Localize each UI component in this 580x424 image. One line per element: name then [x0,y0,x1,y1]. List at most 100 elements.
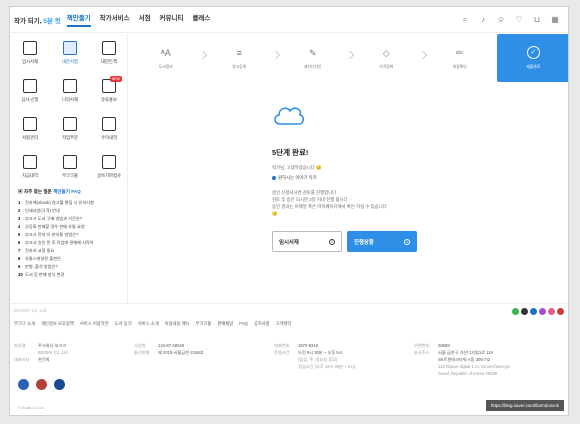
nav-item[interactable]: 커뮤니티 [160,12,184,27]
faq-item[interactable]: 6 부크크 승인 된 후 작업에 관해해 시작하 [18,240,123,248]
faq-item[interactable]: 9 판형, 출석 방법은? [18,264,123,272]
footer-link[interactable]: 고객센터 [276,321,292,327]
step-label: 가격정책 [379,64,394,69]
footer-link[interactable]: 부크크 소개 [14,321,35,327]
sidebar-item[interactable]: 내만든책 [90,34,128,72]
nav-item[interactable]: 작가서비스 [100,12,130,27]
step-item[interactable]: ≡ 원고등록 [203,34,281,82]
social-icon[interactable] [512,308,519,315]
faq-item[interactable]: 8 유통스케일된 출판은 [18,256,123,264]
sidebar-item[interactable]: 부크크몰 [50,148,90,186]
complete-note: 승인 신청되시면 검토를 진행합니다 검토 후 승인 되시면 2일 이내 진행 … [272,190,387,216]
thumbsup-icon [23,79,37,93]
sidebar-item[interactable]: 심사·신청 [10,72,50,110]
info-icon: i [404,238,410,245]
main-menu: 책만들기 작가서비스 서점 커뮤니티 클래스 [66,12,220,27]
top-navigation: 작가 되기, 5분 컷 책만들기 작가서비스 서점 커뮤니티 클래스 ⌕ ♪ ☺ ♡ ⊔… [10,7,568,33]
social-links [510,308,564,315]
sidebar-item-label: 나의서재 [62,97,78,102]
tablet-icon [102,41,116,55]
footer-link[interactable]: 공지사항 [254,321,270,327]
social-icon[interactable] [530,308,537,315]
step-progress-bar: ᴬA 도서정보 ≡ 원고등록 ✎ 표지디자인 ◇ 가격정책 abc 최종확인 ✓ 제출완료 [129,34,568,82]
social-icon[interactable] [539,308,546,315]
sidebar-item-label: 유료홍보 [101,97,117,102]
footer-link[interactable]: FAQ [239,321,248,327]
brand-logo[interactable]: 작가 되기, 5분 컷 [14,15,61,25]
blog-url-watermark: https://blog.naver.com/tlarmdosook [485,400,564,411]
book-icon [63,41,77,55]
faq-item[interactable]: 10 도서 등 판매 방식 변경 [18,272,123,280]
faq-text: 전자책(ebook) 원고를 편집 시 유의사항 [25,200,94,205]
sidebar-item[interactable]: 임시서재 [10,34,50,72]
faq-number: 9 [18,264,21,269]
footer-link[interactable]: 서비스 소개 [138,321,159,327]
bell-icon[interactable]: ♪ [478,15,488,25]
sidebar-item[interactable]: 작업주문 [50,110,90,148]
bag-icon [63,117,77,131]
heart-icon[interactable]: ♡ [514,15,524,25]
sidebar-grid: 임시서재 내문서함 내만든책심사·신청 나의서재 유료홍보 NEW 서평관리 작업주문 수익내역… [10,34,127,186]
draft-library-button[interactable]: 임시서재 i [272,231,342,252]
sidebar-item[interactable]: 유료홍보 NEW [90,72,128,110]
faq-title: ▣ 자주 찾는 질문 책만들기 FAQ [18,189,81,194]
faq-number: 10 [18,272,23,277]
faq-item[interactable]: 2 인쇄사양(규격) 안내 [18,208,123,216]
step-item[interactable]: ◇ 가격정책 [350,34,428,82]
sidebar-item[interactable]: 지급내역 [10,148,50,186]
faq-item[interactable]: 3 부크크 도서 구매 방법과 기간은? [18,216,123,224]
footer-link[interactable]: 판매채널 [217,321,233,327]
sidebar-item[interactable]: 수익내역 [90,110,128,148]
faq-section: ▣ 자주 찾는 질문 책만들기 FAQ 1 전자책(ebook) 원고를 편집 시… [18,189,123,280]
nav-item[interactable]: 서점 [139,12,151,27]
certification-logo-icon [54,379,65,390]
step-item[interactable]: abc 최종확인 [423,34,497,82]
faq-text: 부크크 승인 된 후 작업에 관해해 시작하 [25,240,94,245]
coin-icon [102,117,116,131]
sidebar-item-label: 지급내역 [22,173,38,178]
wand-icon [102,155,116,169]
step-label: 도서정보 [158,64,173,69]
faq-number: 7 [18,248,21,253]
step-item[interactable]: ✓ 제출완료 [496,34,568,82]
social-icon[interactable] [548,308,555,315]
sidebar-item-label: 임시서재 [22,59,38,64]
check-circle-icon: ✓ [526,46,540,59]
social-icon[interactable] [557,308,564,315]
faq-item[interactable]: 4 균등화 판매할 경우 판매 유통 요청 [18,224,123,232]
faq-item[interactable]: 7 전자서 교정 필요 [18,248,123,256]
grid-icon[interactable]: ▦ [550,15,560,25]
box-icon [63,155,77,169]
top-icons: ⌕ ♪ ☺ ♡ ⊔ ▦ [452,15,560,25]
pencil-icon [23,41,37,55]
action-buttons: 임시서재 i 진행상황 i [272,231,472,252]
footer-link[interactable]: 부크크몰 [196,321,212,327]
faq-number: 4 [18,224,21,229]
footer-link[interactable]: 서비스 이용약관 [80,321,109,327]
step-item[interactable]: ✎ 표지디자인 [276,34,354,82]
footer-link[interactable]: 개인정보 보호정책 [41,321,74,327]
footer-link[interactable]: 이용내용 매뉴 [165,321,190,327]
faq-item[interactable]: 1 전자책(ebook) 원고를 편집 시 유의사항 [18,200,123,208]
sidebar-item[interactable]: 내문서함 [50,34,90,72]
company-info: 회사명 주식회사 부크크 BOOKK Co.,Ltd 대표이사 한건희 [14,343,68,362]
address-info: 우편번호 08589 본사주소 서울 금천구 가산디지털1로 119 SK트윈테크타… [414,343,510,376]
step-item[interactable]: ᴬA 도서정보 [129,34,207,82]
footer-link[interactable]: 도서 등기 [115,321,132,327]
copyright: © Bookk Co.,Ltd [18,406,44,410]
sidebar-item[interactable]: 나의서재 [50,72,90,110]
person-icon[interactable]: ☺ [496,15,506,25]
complete-subtitle: 작가님, 고생하셨습니다 😊 [272,165,322,170]
nav-item[interactable]: 클래스 [192,12,210,27]
cart-icon[interactable]: ⊔ [532,15,542,25]
sidebar-item[interactable]: 서평관리 [10,110,50,148]
sidebar-item[interactable]: 글쓰기마법사 [90,148,128,186]
sidebar-item-label: 부크크몰 [62,173,78,178]
faq-item[interactable]: 5 부크크 전자 유·판유통 방법은? [18,232,123,240]
search-icon[interactable]: ⌕ [460,15,470,25]
faq-text: 부크크 전자 유·판유통 방법은? [25,232,79,237]
faq-number: 1 [18,200,21,205]
social-icon[interactable] [521,308,528,315]
nav-item[interactable]: 책만들기 [66,12,91,27]
progress-status-button[interactable]: 진행상황 i [347,231,417,252]
